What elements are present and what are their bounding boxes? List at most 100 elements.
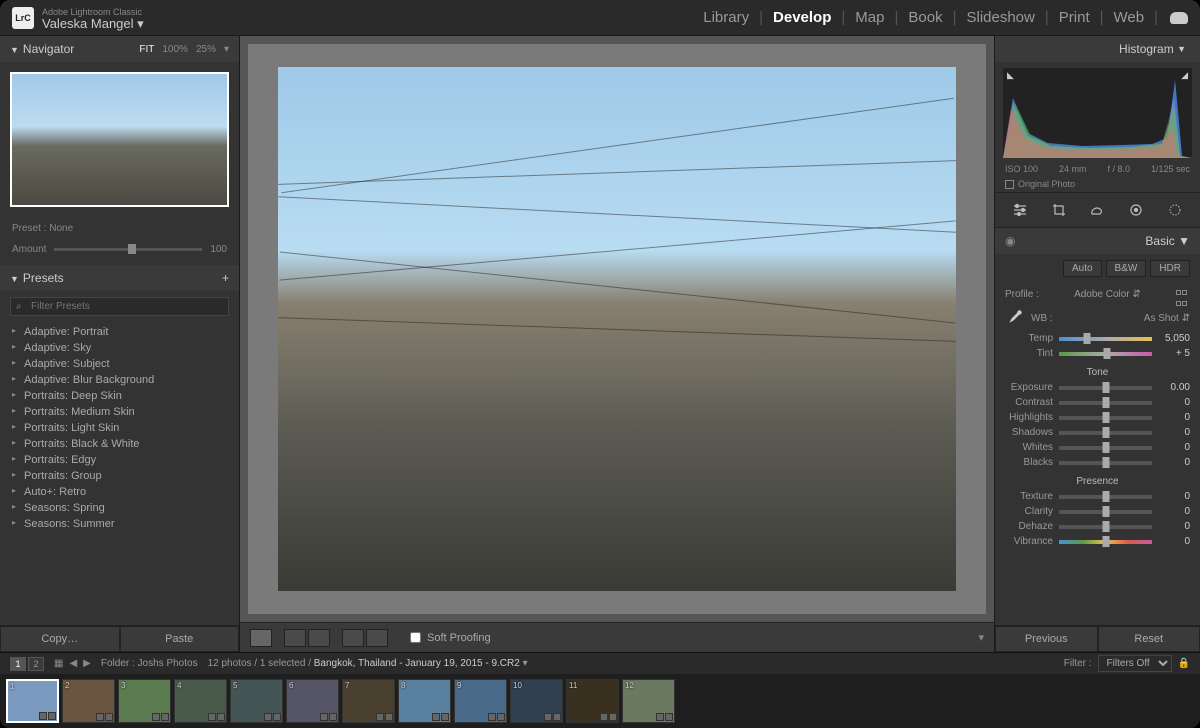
vibrance-value[interactable]: 0	[1158, 536, 1190, 547]
filmstrip-thumb[interactable]: 9	[454, 679, 507, 723]
loupe-view-button[interactable]	[250, 629, 272, 647]
profile-browser-icon[interactable]	[1176, 287, 1190, 301]
add-preset-icon[interactable]: +	[222, 271, 229, 285]
vibrance-slider[interactable]	[1059, 540, 1152, 544]
filmstrip-thumb[interactable]: 12	[622, 679, 675, 723]
clipping-highlights-icon[interactable]: ◢	[1181, 70, 1188, 81]
mask-tool-icon[interactable]	[1125, 201, 1147, 219]
contrast-slider[interactable]	[1059, 401, 1152, 405]
navigator-preview[interactable]	[10, 72, 229, 207]
crop-tool-icon[interactable]	[1048, 201, 1070, 219]
soft-proofing-toggle[interactable]: Soft Proofing	[410, 632, 491, 644]
toolbar-menu-icon[interactable]: ▾	[978, 631, 984, 644]
preset-group[interactable]: Adaptive: Sky	[0, 340, 239, 356]
whites-slider[interactable]	[1059, 446, 1152, 450]
before-after-lr-button[interactable]	[284, 629, 306, 647]
before-after-tb-button[interactable]	[308, 629, 330, 647]
filmstrip-thumb[interactable]: 5	[230, 679, 283, 723]
second-monitor-1[interactable]: 1	[10, 657, 26, 671]
filter-lock-icon[interactable]: 🔒	[1178, 658, 1190, 669]
reset-button[interactable]: Reset	[1098, 626, 1200, 652]
whites-value[interactable]: 0	[1158, 442, 1190, 453]
temp-value[interactable]: 5,050	[1158, 333, 1190, 344]
cloud-sync-icon[interactable]	[1170, 12, 1188, 24]
bw-button[interactable]: B&W	[1106, 260, 1147, 277]
module-develop[interactable]: Develop	[769, 9, 835, 26]
preset-search-input[interactable]	[10, 297, 229, 316]
edit-tool-icon[interactable]	[1009, 201, 1031, 219]
nav-100[interactable]: 100%	[162, 44, 188, 55]
preset-group[interactable]: Seasons: Summer	[0, 516, 239, 532]
preset-group[interactable]: Adaptive: Blur Background	[0, 372, 239, 388]
module-slideshow[interactable]: Slideshow	[962, 9, 1038, 26]
preset-group[interactable]: Portraits: Deep Skin	[0, 388, 239, 404]
breadcrumb[interactable]: Bangkok, Thailand - January 19, 2015 - 9…	[314, 658, 520, 669]
chevron-down-icon[interactable]: ▾	[523, 658, 528, 669]
basic-panel-header[interactable]: ◉ Basic ▼	[995, 228, 1200, 254]
filmstrip-thumb[interactable]: 1	[6, 679, 59, 723]
paste-button[interactable]: Paste	[120, 626, 240, 652]
filmstrip-thumb[interactable]: 8	[398, 679, 451, 723]
copy-button[interactable]: Copy…	[0, 626, 120, 652]
contrast-value[interactable]: 0	[1158, 397, 1190, 408]
nav-fit[interactable]: FIT	[139, 44, 154, 55]
clarity-slider[interactable]	[1059, 510, 1152, 514]
temp-slider[interactable]	[1059, 337, 1152, 341]
histogram[interactable]: ◣ ◢	[1003, 68, 1192, 158]
texture-slider[interactable]	[1059, 495, 1152, 499]
preset-group[interactable]: Portraits: Edgy	[0, 452, 239, 468]
nav-back-icon[interactable]: ◀	[69, 658, 77, 669]
filmstrip-thumb[interactable]: 10	[510, 679, 563, 723]
hdr-button[interactable]: HDR	[1150, 260, 1190, 277]
nav-25[interactable]: 25%	[196, 44, 216, 55]
filmstrip-thumb[interactable]: 4	[174, 679, 227, 723]
exposure-slider[interactable]	[1059, 386, 1152, 390]
shadows-slider[interactable]	[1059, 431, 1152, 435]
compare-yy-button[interactable]	[342, 629, 364, 647]
clipping-shadows-icon[interactable]: ◣	[1007, 70, 1014, 81]
shadows-value[interactable]: 0	[1158, 427, 1190, 438]
dehaze-slider[interactable]	[1059, 525, 1152, 529]
preset-group[interactable]: Adaptive: Subject	[0, 356, 239, 372]
filmstrip-thumb[interactable]: 6	[286, 679, 339, 723]
preset-amount-slider[interactable]	[54, 248, 202, 251]
nav-fwd-icon[interactable]: ▶	[83, 658, 91, 669]
compare-swap-button[interactable]	[366, 629, 388, 647]
original-photo-toggle[interactable]: Original Photo	[995, 176, 1200, 192]
tint-value[interactable]: + 5	[1158, 348, 1190, 359]
second-monitor-2[interactable]: 2	[28, 657, 44, 671]
exposure-value[interactable]: 0.00	[1158, 382, 1190, 393]
histogram-header[interactable]: Histogram ▼	[995, 36, 1200, 62]
tint-slider[interactable]	[1059, 352, 1152, 356]
filter-select[interactable]: Filters Off	[1098, 655, 1172, 672]
auto-button[interactable]: Auto	[1063, 260, 1102, 277]
preset-group[interactable]: Adaptive: Portrait	[0, 324, 239, 340]
highlights-value[interactable]: 0	[1158, 412, 1190, 423]
filmstrip[interactable]: 123456789101112	[0, 674, 1200, 728]
preset-group[interactable]: Portraits: Medium Skin	[0, 404, 239, 420]
highlights-slider[interactable]	[1059, 416, 1152, 420]
filmstrip-thumb[interactable]: 11	[566, 679, 619, 723]
module-print[interactable]: Print	[1055, 9, 1094, 26]
panel-switch-icon[interactable]: ◉	[1005, 234, 1015, 248]
identity-plate[interactable]: Valeska Mangel ▾	[42, 18, 144, 30]
preset-group[interactable]: Seasons: Spring	[0, 500, 239, 516]
healing-tool-icon[interactable]	[1086, 201, 1108, 219]
grid-icon[interactable]: ▦	[54, 658, 63, 669]
blacks-value[interactable]: 0	[1158, 457, 1190, 468]
texture-value[interactable]: 0	[1158, 491, 1190, 502]
wb-eyedropper-icon[interactable]	[1005, 309, 1023, 327]
navigator-header[interactable]: ▼Navigator FIT 100% 25% ▾	[0, 36, 239, 62]
preset-group[interactable]: Auto+: Retro	[0, 484, 239, 500]
clarity-value[interactable]: 0	[1158, 506, 1190, 517]
filmstrip-thumb[interactable]: 2	[62, 679, 115, 723]
module-map[interactable]: Map	[851, 9, 888, 26]
preset-group[interactable]: Portraits: Group	[0, 468, 239, 484]
filmstrip-thumb[interactable]: 3	[118, 679, 171, 723]
folder-label[interactable]: Folder : Joshs Photos	[101, 658, 198, 669]
module-web[interactable]: Web	[1110, 9, 1149, 26]
dehaze-value[interactable]: 0	[1158, 521, 1190, 532]
redeye-tool-icon[interactable]	[1164, 201, 1186, 219]
chevron-down-icon[interactable]: ▾	[224, 44, 229, 55]
wb-value[interactable]: As Shot	[1144, 313, 1179, 324]
